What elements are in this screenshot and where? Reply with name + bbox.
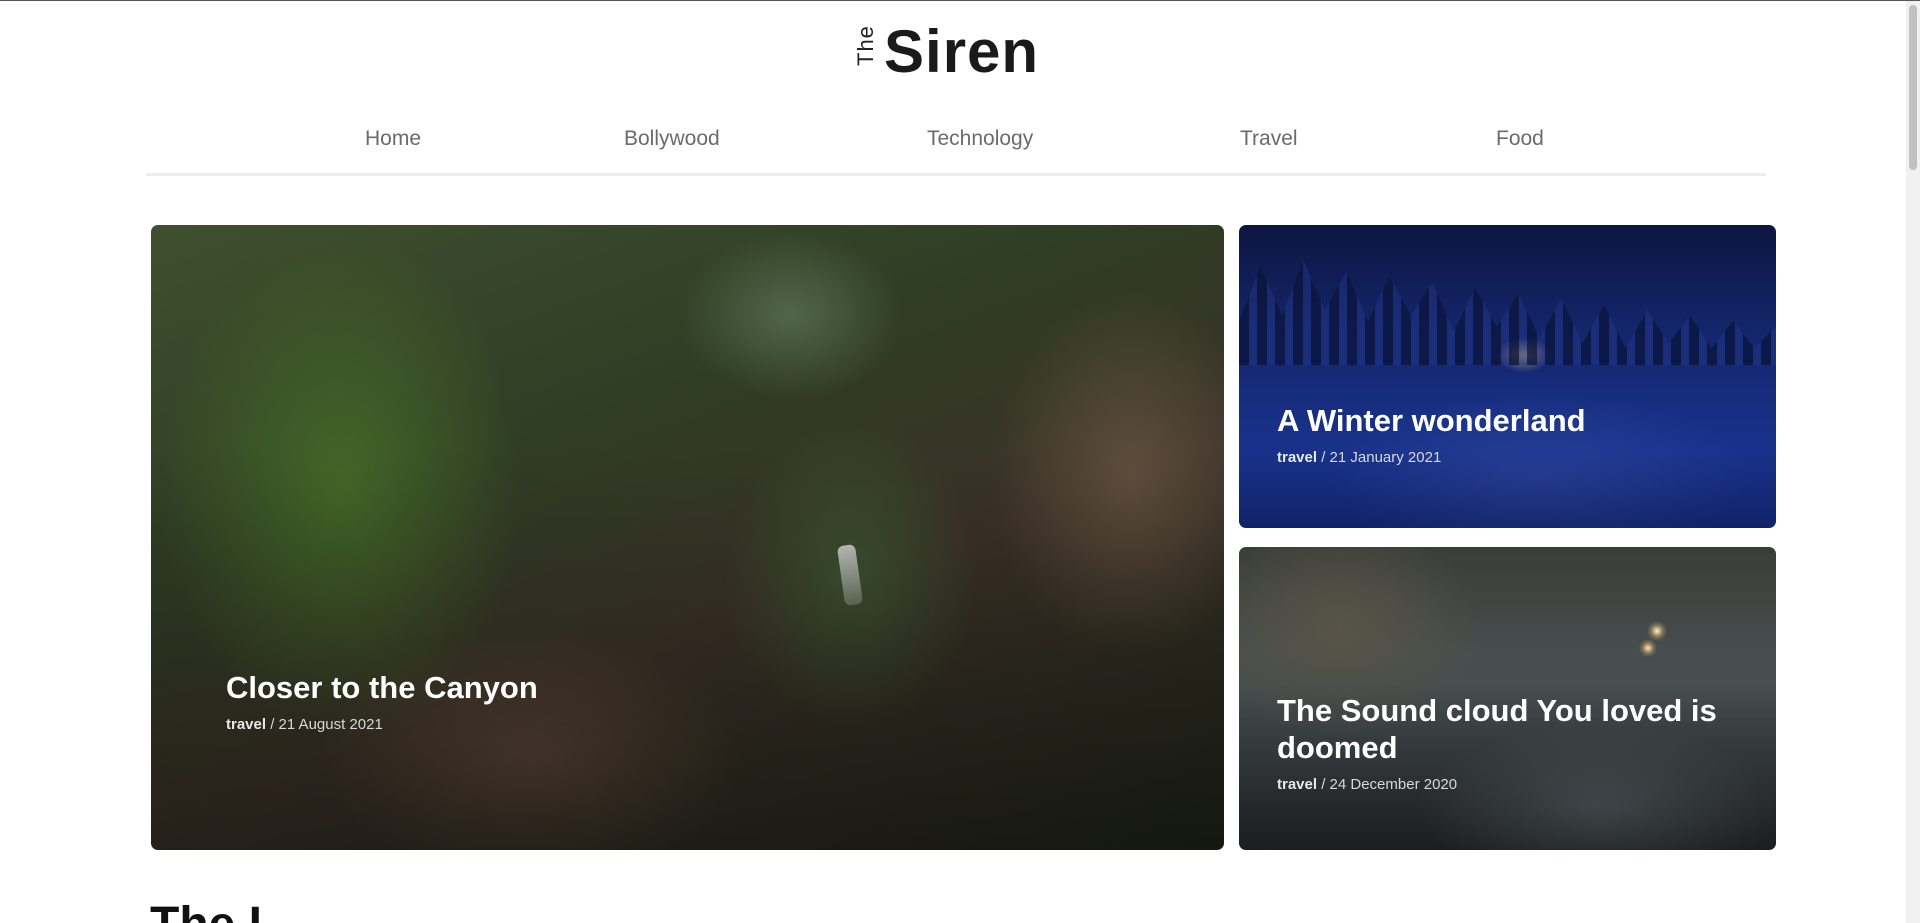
logo-prefix: The [853,25,878,66]
nav-item-food[interactable]: Food [1496,127,1544,151]
section-heading: The L [150,901,278,923]
page-scrollbar[interactable] [1906,1,1920,923]
nav-item-technology[interactable]: Technology [927,127,1033,151]
featured-post-canyon[interactable]: Closer to the Canyon travel / 21 August … [151,225,1224,850]
post-date: / 21 January 2021 [1317,449,1442,467]
post-category[interactable]: travel [226,716,266,733]
site-logo[interactable]: The Siren [852,19,1039,85]
card-text: Closer to the Canyon travel / 21 August … [226,669,538,733]
page: The Siren Home Bollywood Technology Trav… [0,0,1920,923]
nav-item-home[interactable]: Home [365,127,421,151]
post-date: / 21 August 2021 [266,716,383,734]
logo-name: Siren [884,18,1040,85]
post-title[interactable]: The Sound cloud You loved is doomed [1277,692,1747,766]
post-meta: travel / 21 August 2021 [226,716,538,733]
post-date: / 24 December 2020 [1317,776,1458,794]
scrollbar-thumb[interactable] [1909,5,1917,170]
main-nav: Home Bollywood Technology Travel Food [146,121,1766,176]
post-category[interactable]: travel [1277,776,1317,793]
post-meta: travel / 24 December 2020 [1277,776,1747,793]
post-title[interactable]: Closer to the Canyon [226,669,538,706]
card-overlay [151,225,1224,850]
card-text: The Sound cloud You loved is doomed trav… [1277,692,1747,793]
post-meta: travel / 21 January 2021 [1277,449,1586,466]
featured-post-winter[interactable]: A Winter wonderland travel / 21 January … [1239,225,1776,528]
nav-item-travel[interactable]: Travel [1240,127,1298,151]
card-overlay [1239,225,1776,528]
card-text: A Winter wonderland travel / 21 January … [1277,402,1586,466]
featured-post-soundcloud[interactable]: The Sound cloud You loved is doomed trav… [1239,547,1776,850]
post-title[interactable]: A Winter wonderland [1277,402,1586,439]
post-category[interactable]: travel [1277,449,1317,466]
nav-item-bollywood[interactable]: Bollywood [624,127,720,151]
